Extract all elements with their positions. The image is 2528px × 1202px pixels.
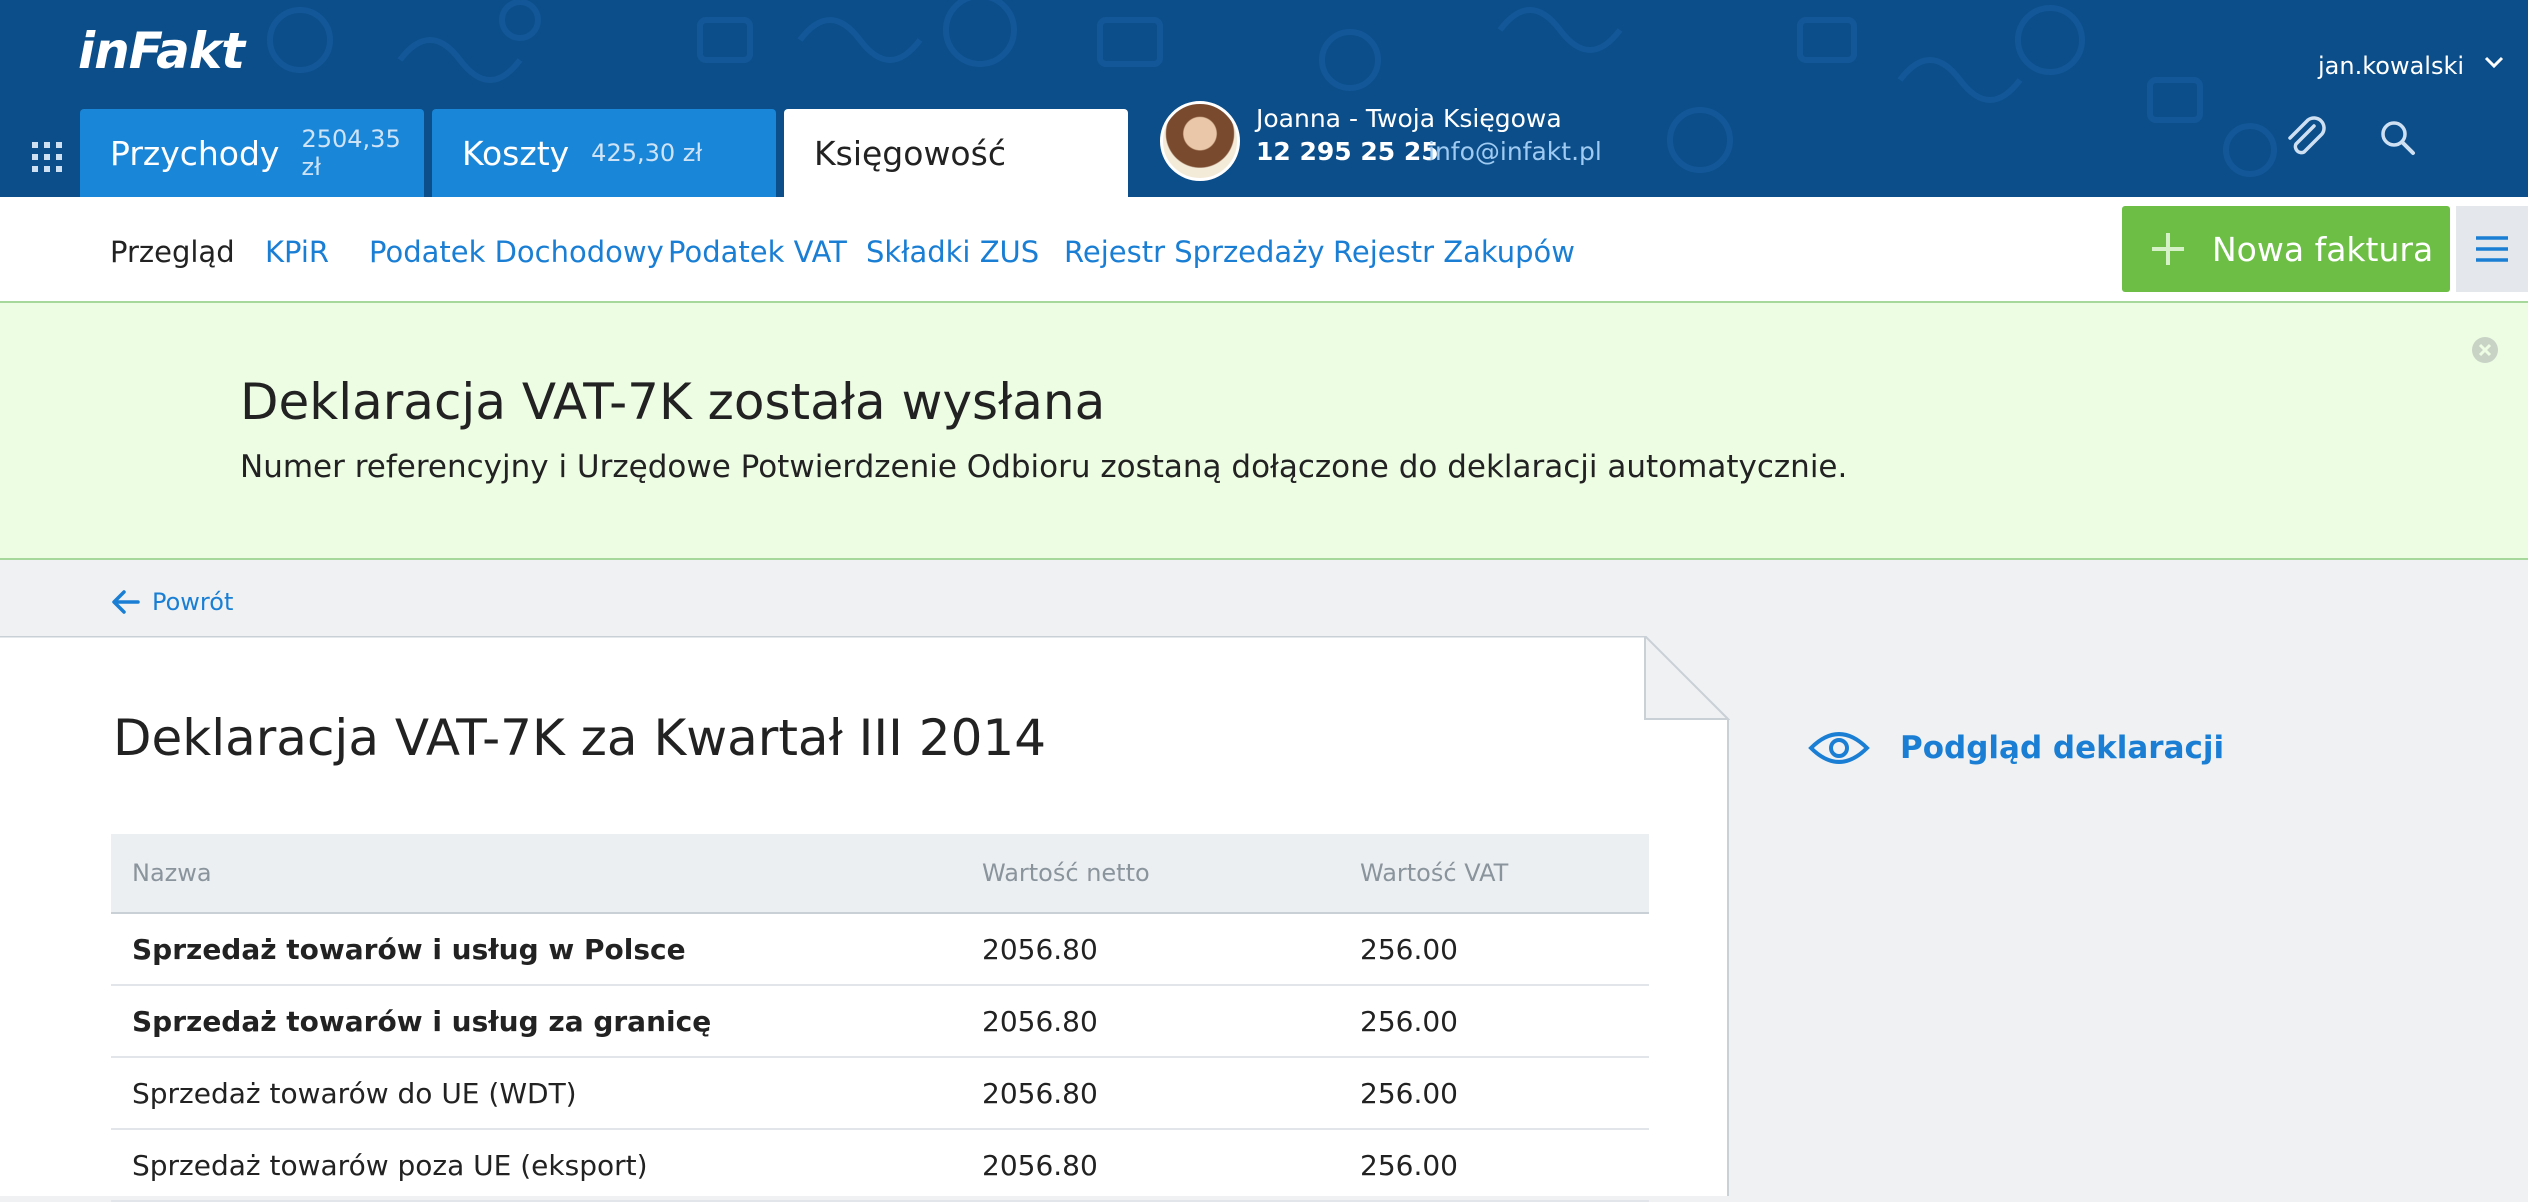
subnav-kpir[interactable]: KPiR: [265, 235, 329, 269]
subnav-podatek-vat[interactable]: Podatek VAT: [668, 235, 847, 269]
row-net: 2056.80: [961, 985, 1339, 1058]
eye-icon: [1808, 732, 1870, 764]
row-vat: 256.00: [1339, 1057, 1649, 1130]
paperclip-icon[interactable]: [2280, 112, 2330, 162]
table-header-row: Nazwa Wartość netto Wartość VAT: [111, 834, 1649, 914]
row-name: Sprzedaż towarów poza UE (eksport): [111, 1129, 961, 1202]
accountant-phone: 12 295 25 25: [1256, 137, 1439, 166]
search-icon[interactable]: [2378, 118, 2418, 158]
accountant-name: Joanna - Twoja Księgowa: [1256, 104, 1562, 133]
row-net: 2056.80: [961, 913, 1339, 986]
plus-icon: [2152, 233, 2184, 265]
preview-label: Podgląd deklaracji: [1900, 730, 2225, 766]
row-name: Sprzedaż towarów i usług za granicę: [111, 985, 961, 1058]
tab-label: Przychody: [110, 133, 280, 173]
tab-amount: 425,30 zł: [591, 139, 703, 167]
declaration-title: Deklaracja VAT-7K za Kwartał III 2014: [113, 709, 1047, 767]
row-name: Sprzedaż towarów i usług w Polsce: [111, 913, 961, 986]
new-invoice-button[interactable]: Nowa faktura: [2122, 206, 2450, 292]
subnav-rejestr-sprzedazy[interactable]: Rejestr Sprzedaży: [1064, 235, 1325, 269]
column-header-net: Wartość netto: [961, 834, 1339, 914]
hamburger-icon: [2476, 236, 2508, 262]
new-invoice-label: Nowa faktura: [2212, 229, 2434, 269]
table-row: Sprzedaż towarów i usług w Polsce 2056.8…: [111, 913, 1649, 986]
infakt-logo[interactable]: inFakt: [78, 22, 245, 80]
banner-text: Numer referencyjny i Urzędowe Potwierdze…: [240, 449, 1848, 485]
subnav-podatek-dochodowy[interactable]: Podatek Dochodowy: [369, 235, 664, 269]
table-row: Sprzedaż towarów poza UE (eksport) 2056.…: [111, 1129, 1649, 1202]
subnav-skladki-zus[interactable]: Składki ZUS: [866, 235, 1039, 269]
back-label: Powrót: [152, 588, 234, 616]
tab-ksiegowosc[interactable]: Księgowość: [784, 109, 1128, 197]
arrow-left-icon: [112, 590, 140, 614]
tab-przychody[interactable]: Przychody 2504,35 zł: [80, 109, 424, 197]
column-header-vat: Wartość VAT: [1339, 834, 1649, 914]
tab-koszty[interactable]: Koszty 425,30 zł: [432, 109, 776, 197]
back-link[interactable]: Powrót: [110, 586, 233, 618]
declaration-table: Nazwa Wartość netto Wartość VAT Sprzedaż…: [111, 834, 1649, 1202]
row-vat: 256.00: [1339, 913, 1649, 986]
row-net: 2056.80: [961, 1129, 1339, 1202]
user-menu-name[interactable]: jan.kowalski: [2318, 52, 2464, 80]
column-header-name: Nazwa: [111, 834, 961, 914]
section-subnav: Przegląd KPiR Podatek Dochodowy Podatek …: [0, 197, 2528, 303]
chevron-down-icon[interactable]: [2480, 48, 2508, 76]
subnav-rejestr-zakupow[interactable]: Rejestr Zakupów: [1333, 235, 1575, 269]
table-row: Sprzedaż towarów i usług za granicę 2056…: [111, 985, 1649, 1058]
declaration-document: Deklaracja VAT-7K za Kwartał III 2014 Na…: [0, 636, 1730, 1202]
row-name: Sprzedaż towarów do UE (WDT): [111, 1057, 961, 1130]
apps-grid-icon[interactable]: [32, 142, 62, 172]
table-row: Sprzedaż towarów do UE (WDT) 2056.80 256…: [111, 1057, 1649, 1130]
top-header: inFakt Przychody 2504,35 zł Koszty 425,3…: [0, 0, 2528, 197]
success-banner: Deklaracja VAT-7K została wysłana Numer …: [0, 303, 2528, 560]
row-vat: 256.00: [1339, 985, 1649, 1058]
subnav-przeglad[interactable]: Przegląd: [110, 235, 235, 269]
row-vat: 256.00: [1339, 1129, 1649, 1202]
tab-label: Koszty: [462, 133, 570, 173]
close-icon[interactable]: [2470, 335, 2500, 365]
accountant-email-link[interactable]: info@infakt.pl: [1428, 137, 1602, 166]
tab-label: Księgowość: [814, 133, 1006, 173]
tab-amount: 2504,35 zł: [301, 125, 401, 181]
declaration-preview-link[interactable]: Podgląd deklaracji: [1808, 728, 2224, 768]
banner-title: Deklaracja VAT-7K została wysłana: [240, 373, 1106, 431]
row-net: 2056.80: [961, 1057, 1339, 1130]
accountant-avatar: [1160, 101, 1240, 181]
hamburger-menu-button[interactable]: [2456, 206, 2528, 292]
